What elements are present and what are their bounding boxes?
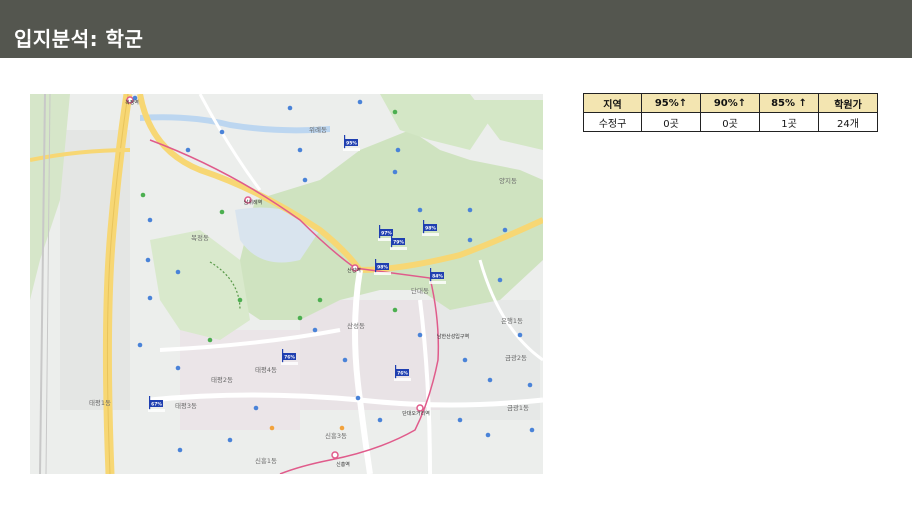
col-academies: 학원가	[818, 93, 878, 113]
park-pin-icon	[140, 192, 146, 198]
school-district-map[interactable]: 위례동복정동산성동 단대동은행1동금광2동금광1동 태평1동 태평2동태평3동 태평4동…	[30, 94, 543, 474]
school-pin-icon	[312, 327, 318, 333]
school-pin-icon	[253, 405, 259, 411]
school-pin-icon	[342, 357, 348, 363]
cell-95: 0곳	[641, 112, 701, 132]
col-region: 지역	[583, 93, 642, 113]
school-pin-icon	[137, 342, 143, 348]
park-pin-icon	[392, 109, 398, 115]
cell-90: 0곳	[700, 112, 760, 132]
school-pin-icon	[457, 417, 463, 423]
park-pin-icon	[207, 337, 213, 343]
school-pin-icon	[497, 277, 503, 283]
school-score-label: 95%	[346, 141, 357, 147]
district-label: 신흥1동	[255, 456, 277, 465]
school-pin-icon	[355, 395, 361, 401]
district-label: 단대오거리역	[402, 410, 430, 417]
col-90: 90%↑	[700, 93, 760, 113]
school-pin-icon	[392, 169, 398, 175]
district-label: 금광1동	[507, 404, 529, 412]
school-pin-icon	[147, 217, 153, 223]
school-pin-icon	[417, 207, 423, 213]
district-label: 산성동	[347, 321, 365, 330]
map-canvas: 위례동복정동산성동 단대동은행1동금광2동금광1동 태평1동 태평2동태평3동 태평4동…	[30, 94, 543, 474]
school-pin-icon	[175, 365, 181, 371]
park-pin-icon	[297, 315, 303, 321]
table-row: 수정구 0곳 0곳 1곳 24개	[583, 112, 878, 132]
school-pin-icon	[339, 425, 345, 431]
school-pin-icon	[487, 377, 493, 383]
district-label: 위례동	[309, 125, 327, 134]
school-score-label: 67%	[151, 402, 162, 408]
school-stats-table: 지역 95%↑ 90%↑ 85% ↑ 학원가 수정구 0곳 0곳 1곳 24개	[583, 93, 878, 132]
district-label: 태평3동	[175, 401, 197, 410]
school-pin-icon	[395, 147, 401, 153]
district-label: 은행1동	[501, 316, 523, 325]
page-header: 입지분석: 학군	[0, 0, 912, 58]
school-pin-icon	[177, 447, 183, 453]
district-label: 남위례역	[244, 199, 262, 206]
school-pin-icon	[147, 295, 153, 301]
school-pin-icon	[227, 437, 233, 443]
district-label: 복정역	[125, 99, 139, 106]
school-score-label: 76%	[397, 371, 408, 377]
district-label: 양지동	[499, 176, 517, 185]
school-score-label: 84%	[432, 274, 443, 280]
district-label: 산성역	[347, 267, 361, 274]
school-score-label: 98%	[425, 226, 436, 232]
school-pin-icon	[502, 227, 508, 233]
park-pin-icon	[392, 307, 398, 313]
school-pin-icon	[517, 332, 523, 338]
school-score-label: 97%	[381, 231, 392, 237]
school-pin-icon	[185, 147, 191, 153]
school-pin-icon	[287, 105, 293, 111]
cell-region: 수정구	[583, 112, 642, 132]
district-label: 태평2동	[211, 375, 233, 384]
district-label: 신흥3동	[325, 431, 347, 440]
school-score-label: 76%	[284, 355, 295, 361]
district-label: 복정동	[191, 233, 209, 242]
district-label: 태평1동	[89, 398, 111, 407]
page-title: 입지분석: 학군	[14, 27, 144, 51]
district-label: 신흥역	[336, 461, 350, 468]
district-label: 금광2동	[505, 354, 527, 362]
school-pin-icon	[377, 417, 383, 423]
school-pin-icon	[219, 129, 225, 135]
school-pin-icon	[529, 427, 535, 433]
cell-academies: 24개	[818, 112, 878, 132]
school-pin-icon	[467, 237, 473, 243]
school-pin-icon	[297, 147, 303, 153]
school-pin-icon	[357, 99, 363, 105]
school-pin-icon	[417, 332, 423, 338]
district-label: 태평4동	[255, 365, 277, 374]
school-pin-icon	[269, 425, 275, 431]
col-95: 95%↑	[641, 93, 701, 113]
school-pin-icon	[145, 257, 151, 263]
school-score-label: 79%	[393, 240, 404, 246]
table-header-row: 지역 95%↑ 90%↑ 85% ↑ 학원가	[583, 93, 878, 113]
school-pin-icon	[175, 269, 181, 275]
school-score-label: 98%	[377, 265, 388, 271]
park-pin-icon	[237, 297, 243, 303]
cell-85: 1곳	[759, 112, 819, 132]
park-pin-icon	[219, 209, 225, 215]
district-label: 단대동	[411, 286, 429, 295]
school-pin-icon	[485, 432, 491, 438]
school-pin-icon	[462, 357, 468, 363]
school-pin-icon	[467, 207, 473, 213]
station-icon	[331, 451, 339, 459]
map-block	[300, 300, 440, 410]
park-pin-icon	[317, 297, 323, 303]
district-label: 남한산성입구역	[437, 333, 469, 340]
school-pin-icon	[302, 177, 308, 183]
col-85: 85% ↑	[759, 93, 819, 113]
school-pin-icon	[527, 382, 533, 388]
